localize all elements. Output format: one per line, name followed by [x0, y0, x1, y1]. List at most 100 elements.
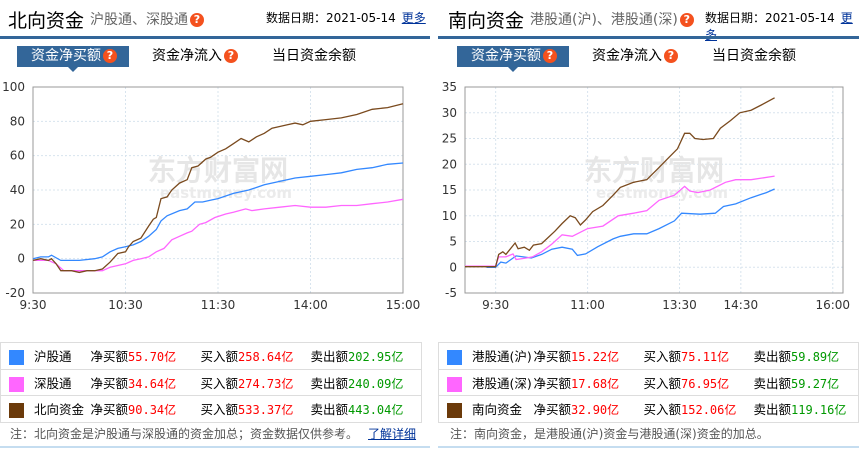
help-icon[interactable]: ? — [679, 13, 694, 27]
sell-value: 443.04亿 — [348, 403, 404, 418]
northbound-panel: 北向资金 沪股通、深股通? 数据日期：2021-05-14 更多 资金净买额? 资… — [0, 0, 430, 452]
net-label: 净买额 — [90, 349, 129, 365]
net-value: 90.34亿 — [128, 403, 177, 418]
sell-label: 卖出额 — [753, 349, 792, 365]
buy-label: 买入额 — [643, 375, 682, 391]
tab-net-inflow[interactable]: 资金净流入? — [138, 46, 238, 67]
tab-label: 资金净买额 — [31, 48, 101, 64]
y-tick-label: 80 — [10, 114, 25, 128]
data-date: 数据日期：2021-05-14 更多 — [266, 9, 426, 26]
help-icon[interactable]: ? — [664, 49, 678, 63]
sell-value: 119.16亿 — [791, 403, 847, 418]
buy-value: 152.06亿 — [681, 403, 737, 418]
x-tick-label: 14:30 — [724, 298, 759, 312]
sell-value: 240.09亿 — [348, 376, 404, 391]
tab-daily-balance[interactable]: 当日资金余额 — [258, 46, 356, 67]
x-tick-label: 11:00 — [570, 298, 605, 312]
y-tick-label: 100 — [2, 80, 25, 94]
sell-value: 59.27亿 — [791, 376, 840, 391]
watermark-logo: 东方财富网 — [584, 154, 724, 187]
x-tick-label: 11:30 — [201, 298, 236, 312]
series-name: 南向资金 — [472, 402, 523, 418]
y-tick-label: -5 — [445, 286, 457, 300]
x-tick-label: 14:00 — [293, 298, 328, 312]
panel-title: 南向资金 — [448, 10, 525, 32]
legend-table: 港股通(沪) 净买额15.22亿 买入额75.11亿 卖出额59.89亿 港股通… — [438, 342, 859, 423]
series-swatch — [9, 376, 24, 392]
buy-label: 买入额 — [643, 349, 682, 365]
net-value: 34.64亿 — [128, 376, 177, 391]
panel-subtitle: 港股通(沪)、港股通(深)? — [530, 9, 694, 29]
tab-label: 资金净流入 — [592, 48, 662, 64]
tab-label: 当日资金余额 — [272, 48, 356, 64]
legend-row: 港股通(深) 净买额17.68亿 买入额76.95亿 卖出额59.27亿 — [438, 368, 859, 396]
series-name: 港股通(沪) — [472, 349, 532, 365]
header-divider — [438, 36, 859, 39]
tab-daily-balance[interactable]: 当日资金余额 — [698, 46, 796, 67]
sell-label: 卖出额 — [310, 349, 349, 365]
learn-more-link[interactable]: 了解详细 — [368, 427, 416, 441]
legend-row: 南向资金 净买额32.90亿 买入额152.06亿 卖出额119.16亿 — [438, 395, 859, 423]
header-divider — [0, 36, 430, 39]
buy-label: 买入额 — [200, 375, 239, 391]
more-link[interactable]: 更多 — [402, 11, 426, 25]
tab-label: 资金净流入 — [152, 48, 222, 64]
help-icon[interactable]: ? — [224, 49, 238, 63]
y-tick-label: 10 — [442, 209, 457, 223]
southbound-chart: -5 0 5 10 15 20 25 30 35 9:30 11:00 13:30 14:30 16:00… — [442, 80, 850, 312]
net-value: 55.70亿 — [128, 350, 177, 365]
date-text: 数据日期：2021-05-14 — [705, 11, 835, 25]
x-tick-label: 10:30 — [108, 298, 143, 312]
panel-subtitle: 沪股通、深股通? — [90, 9, 204, 29]
series-swatch — [447, 376, 462, 392]
y-tick-label: 20 — [10, 217, 25, 231]
legend-row: 北向资金 净买额90.34亿 买入额533.37亿 卖出额443.04亿 — [0, 395, 422, 423]
buy-label: 买入额 — [200, 349, 239, 365]
footnote: 注：南向资金，是港股通(沪)资金与港股通(深)资金的加总。 — [450, 425, 769, 442]
series-swatch — [9, 403, 24, 419]
tab-label: 资金净买额 — [471, 48, 541, 64]
sell-label: 卖出额 — [310, 375, 349, 391]
help-icon[interactable]: ? — [543, 49, 557, 63]
buy-label: 买入额 — [200, 402, 239, 418]
x-tick-label: 13:30 — [662, 298, 697, 312]
sell-label: 卖出额 — [310, 402, 349, 418]
tab-net-inflow[interactable]: 资金净流入? — [578, 46, 678, 67]
help-icon[interactable]: ? — [190, 13, 204, 27]
help-icon[interactable]: ? — [103, 49, 117, 63]
series-swatch — [447, 350, 462, 366]
x-tick-label: 15:00 — [386, 298, 421, 312]
footnote: 注：北向资金是沪股通与深股通的资金加总；资金数据仅供参考。 了解详细 — [10, 425, 416, 442]
legend-row: 港股通(沪) 净买额15.22亿 买入额75.11亿 卖出额59.89亿 — [438, 342, 859, 370]
net-label: 净买额 — [90, 402, 129, 418]
southbound-panel: 南向资金 港股通(沪)、港股通(深)? 数据日期：2021-05-14 更多 资金… — [430, 0, 859, 452]
legend-row: 沪股通 净买额55.70亿 买入额258.64亿 卖出额202.95亿 — [0, 342, 422, 370]
sell-label: 卖出额 — [753, 375, 792, 391]
watermark-url: eastmoney.com — [160, 184, 292, 202]
net-label: 净买额 — [533, 402, 572, 418]
legend-row: 深股通 净买额34.64亿 买入额274.73亿 卖出额240.09亿 — [0, 368, 422, 396]
panel-title: 北向资金 — [8, 10, 85, 32]
tab-net-buy[interactable]: 资金净买额? — [17, 46, 129, 72]
series-swatch — [9, 350, 24, 366]
legend-table: 沪股通 净买额55.70亿 买入额258.64亿 卖出额202.95亿 深股通 … — [0, 342, 422, 423]
y-tick-label: 0 — [17, 252, 25, 266]
subtitle-text: 港股通(沪)、港股通(深) — [530, 12, 678, 28]
y-tick-label: 15 — [442, 183, 457, 197]
y-tick-label: 35 — [442, 80, 457, 94]
x-tick-label: 9:30 — [482, 298, 509, 312]
net-value: 17.68亿 — [571, 376, 620, 391]
buy-value: 76.95亿 — [681, 376, 730, 391]
buy-value: 258.64亿 — [238, 350, 294, 365]
bottom-divider — [438, 446, 859, 448]
bottom-divider — [0, 446, 430, 448]
buy-label: 买入额 — [643, 402, 682, 418]
net-value: 32.90亿 — [571, 403, 620, 418]
series-name: 港股通(深) — [472, 375, 532, 391]
tab-net-buy[interactable]: 资金净买额? — [457, 46, 569, 72]
x-tick-label: 16:00 — [815, 298, 850, 312]
sell-value: 59.89亿 — [791, 350, 840, 365]
subtitle-text: 沪股通、深股通 — [90, 12, 188, 28]
y-tick-label: 25 — [442, 132, 457, 146]
y-tick-label: 20 — [442, 157, 457, 171]
